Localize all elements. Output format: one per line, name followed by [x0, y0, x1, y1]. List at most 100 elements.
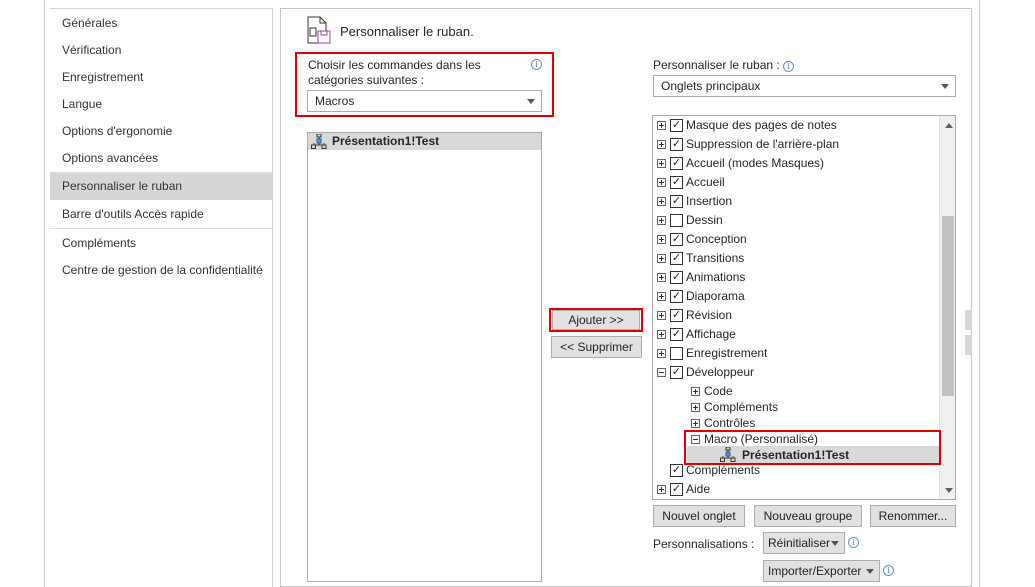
info-icon[interactable]: i [883, 565, 894, 576]
checkbox[interactable]: ✓ [670, 195, 683, 208]
category-dropdown[interactable]: Macros [307, 90, 542, 112]
expand-icon[interactable] [657, 485, 666, 494]
sidebar-item-options-avancees[interactable]: Options avancées [50, 145, 272, 172]
tree-item[interactable]: ✓ Insertion [653, 192, 939, 210]
tree-item[interactable]: ✓ Suppression de l'arrière-plan [653, 135, 939, 153]
tabs-dropdown[interactable]: Onglets principaux [653, 75, 956, 97]
checkbox[interactable]: ✓ [670, 176, 683, 189]
checkbox[interactable]: ✓ [670, 138, 683, 151]
sidebar-item-acces-rapide[interactable]: Barre d'outils Accès rapide [50, 201, 272, 228]
checkbox[interactable]: ✓ [670, 252, 683, 265]
tree-item-label: Aide [686, 482, 711, 496]
scroll-up-icon[interactable] [945, 123, 953, 128]
customize-ribbon-label: Personnaliser le ruban : i [653, 58, 795, 72]
scroll-thumb[interactable] [942, 216, 954, 396]
sidebar-item-personnaliser-ruban[interactable]: Personnaliser le ruban [50, 173, 272, 200]
add-button[interactable]: Ajouter >> [552, 310, 640, 330]
remove-button[interactable]: << Supprimer [551, 336, 642, 358]
scroll-down-icon[interactable] [945, 488, 953, 493]
tree-item-label: Animations [686, 270, 746, 284]
collapse-icon[interactable] [657, 368, 666, 377]
choose-commands-label-line: catégories suivantes : [308, 73, 425, 87]
checkbox[interactable]: ✓ [670, 233, 683, 246]
expand-icon[interactable] [657, 121, 666, 130]
tree-item[interactable]: ✓ Masque des pages de notes [653, 116, 939, 134]
tree-item[interactable]: ✓ Transitions [653, 249, 939, 267]
expand-icon[interactable] [657, 216, 666, 225]
customize-ribbon-icon [307, 16, 331, 44]
info-icon[interactable]: i [783, 61, 795, 72]
scroll-handle[interactable] [965, 335, 972, 355]
tree-item[interactable]: Enregistrement [653, 344, 939, 362]
new-tab-button[interactable]: Nouvel onglet [653, 505, 745, 527]
checkbox[interactable] [670, 347, 683, 360]
tree-item[interactable]: Dessin [653, 211, 939, 229]
info-icon[interactable]: i [848, 537, 859, 548]
expand-icon[interactable] [657, 235, 666, 244]
info-icon[interactable]: i [531, 59, 542, 70]
expand-icon[interactable] [657, 178, 666, 187]
sidebar-item-ergonomie[interactable]: Options d'ergonomie [50, 118, 272, 145]
choose-commands-label-line: Choisir les commandes dans les [308, 58, 481, 72]
tree-item[interactable]: ✓ Développeur [653, 363, 939, 381]
expand-icon[interactable] [657, 159, 666, 168]
tree-item-label: Transitions [686, 251, 745, 265]
tree-item-label: Révision [686, 308, 733, 322]
sidebar-item-confidentialite[interactable]: Centre de gestion de la confidentialité [50, 257, 272, 284]
tree-item-label: Affichage [686, 327, 736, 341]
checkbox[interactable]: ✓ [670, 483, 683, 496]
tree-item-label: Insertion [686, 194, 733, 208]
checkbox[interactable]: ✓ [670, 157, 683, 170]
tree-item[interactable]: ✓ Aide [653, 480, 939, 498]
import-export-button[interactable]: Importer/Exporter [763, 560, 880, 582]
sidebar-item-generales[interactable]: Générales [50, 10, 272, 37]
expand-icon[interactable] [657, 311, 666, 320]
rename-button[interactable]: Renommer... [870, 505, 956, 527]
expand-icon[interactable] [691, 419, 700, 428]
tree-item-label: Accueil [686, 175, 725, 189]
expand-icon[interactable] [691, 403, 700, 412]
expand-icon[interactable] [657, 197, 666, 206]
checkbox[interactable]: ✓ [670, 309, 683, 322]
tabs-value: Onglets principaux [661, 79, 761, 93]
checkbox[interactable] [670, 214, 683, 227]
macro-icon [311, 134, 327, 149]
tree-item[interactable]: ✓ Révision [653, 306, 939, 324]
checkbox[interactable]: ✓ [670, 290, 683, 303]
checkbox[interactable]: ✓ [670, 119, 683, 132]
tree-item[interactable]: ✓ Accueil [653, 173, 939, 191]
tree-item-label: Conception [686, 232, 747, 246]
new-group-button[interactable]: Nouveau groupe [754, 505, 862, 527]
checkbox[interactable]: ✓ [670, 366, 683, 379]
sidebar-item-complements[interactable]: Compléments [50, 230, 272, 257]
reset-dropdown-button[interactable]: Réinitialiser [763, 532, 845, 554]
expand-icon[interactable] [657, 140, 666, 149]
tree-item[interactable]: ✓ Animations [653, 268, 939, 286]
expand-icon[interactable] [657, 292, 666, 301]
checkbox[interactable]: ✓ [670, 464, 683, 477]
rename-label: Renommer... [878, 509, 948, 523]
tree-item[interactable]: ✓ Conception [653, 230, 939, 248]
expand-icon[interactable] [657, 349, 666, 358]
commands-list[interactable]: Présentation1!Test [307, 132, 542, 582]
scroll-handle[interactable] [965, 310, 972, 330]
expand-icon[interactable] [657, 330, 666, 339]
new-group-label: Nouveau groupe [763, 509, 853, 523]
sidebar-item-enregistrement[interactable]: Enregistrement [50, 64, 272, 91]
tree-item-label: Développeur [686, 365, 755, 379]
tree-item[interactable]: ✓ Accueil (modes Masques) [653, 154, 939, 172]
expand-icon[interactable] [657, 254, 666, 263]
add-button-label: Ajouter >> [568, 313, 624, 327]
command-label: Présentation1!Test [332, 134, 440, 148]
sidebar-item-verification[interactable]: Vérification [50, 37, 272, 64]
checkbox[interactable]: ✓ [670, 328, 683, 341]
scrollbar[interactable] [939, 116, 955, 499]
expand-icon[interactable] [657, 273, 666, 282]
tree-item[interactable]: ✓ Diaporama [653, 287, 939, 305]
sidebar-item-langue[interactable]: Langue [50, 91, 272, 118]
list-item[interactable]: Présentation1!Test [308, 133, 541, 150]
tree-item[interactable]: ✓ Affichage [653, 325, 939, 343]
options-sidebar: Générales Vérification Enregistrement La… [50, 8, 273, 587]
checkbox[interactable]: ✓ [670, 271, 683, 284]
expand-icon[interactable] [691, 387, 700, 396]
